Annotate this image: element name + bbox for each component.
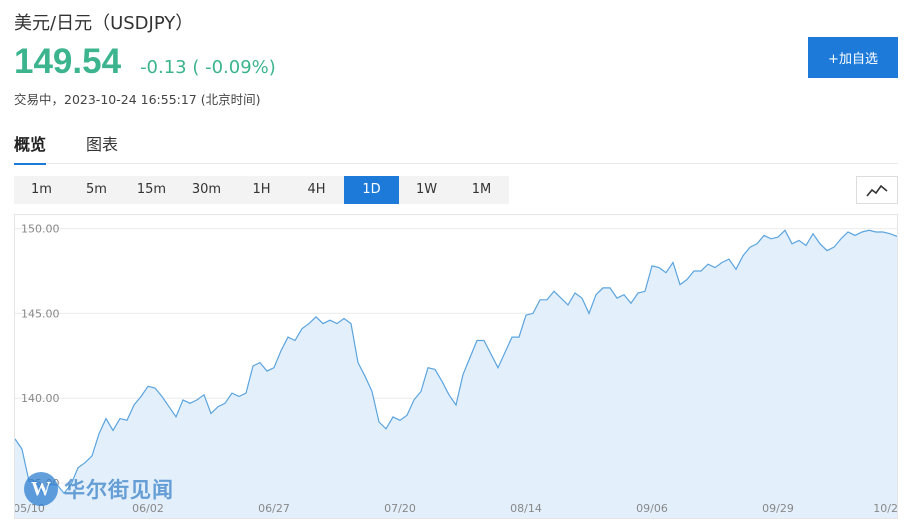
add-to-watchlist-button[interactable]: +加自选 bbox=[808, 37, 898, 78]
period-1w[interactable]: 1W bbox=[399, 176, 454, 204]
period-1m[interactable]: 1m bbox=[14, 176, 69, 204]
chart-type-button[interactable] bbox=[856, 176, 898, 204]
y-tick-label: 150.00 bbox=[21, 223, 60, 236]
watermark-text: 华尔街见闻 bbox=[64, 477, 174, 502]
x-tick-label: 08/14 bbox=[510, 502, 542, 515]
tab-chart[interactable]: 图表 bbox=[86, 122, 118, 164]
x-tick-label: 10/2 bbox=[873, 502, 898, 515]
x-tick-label: 09/29 bbox=[762, 502, 794, 515]
period-15m[interactable]: 15m bbox=[124, 176, 179, 204]
price-change: -0.13 ( -0.09%) bbox=[140, 57, 276, 78]
line-chart-icon bbox=[866, 184, 888, 197]
y-tick-label: 140.00 bbox=[21, 392, 60, 405]
x-tick-label: 06/27 bbox=[258, 502, 290, 515]
x-tick-label: 07/20 bbox=[384, 502, 416, 515]
current-price: 149.54 bbox=[14, 42, 122, 81]
period-1mo[interactable]: 1M bbox=[454, 176, 509, 204]
price-row: 149.54 -0.13 ( -0.09%) bbox=[14, 42, 276, 82]
period-1d[interactable]: 1D bbox=[344, 176, 399, 204]
tab-bar: 概览 图表 bbox=[14, 122, 898, 165]
watermark: W 华尔街见闻 bbox=[24, 472, 174, 506]
period-selector: 1m 5m 15m 30m 1H 4H 1D 1W 1M bbox=[14, 176, 509, 204]
y-tick-label: 145.00 bbox=[21, 307, 60, 320]
x-tick-label: 09/06 bbox=[636, 502, 668, 515]
period-5m[interactable]: 5m bbox=[69, 176, 124, 204]
period-1h[interactable]: 1H bbox=[234, 176, 289, 204]
period-4h[interactable]: 4H bbox=[289, 176, 344, 204]
page-title: 美元/日元（USDJPY） bbox=[14, 13, 194, 34]
period-30m[interactable]: 30m bbox=[179, 176, 234, 204]
tab-overview[interactable]: 概览 bbox=[14, 122, 47, 165]
wallstreetcn-logo-icon: W bbox=[24, 472, 58, 506]
trading-status: 交易中，2023-10-24 16:55:17 (北京时间) bbox=[14, 92, 261, 107]
price-area bbox=[15, 230, 897, 501]
